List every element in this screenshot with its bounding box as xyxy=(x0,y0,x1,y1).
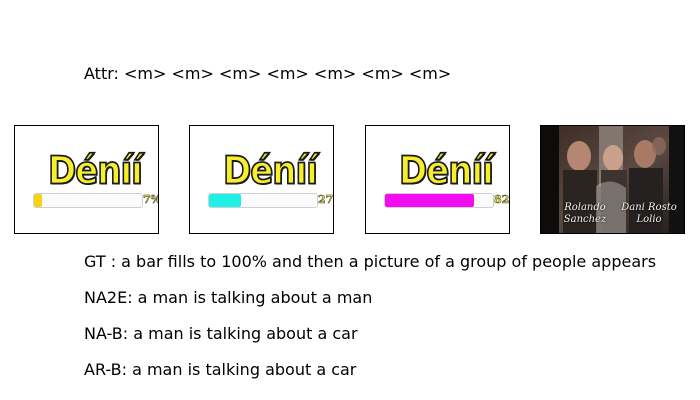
progress-track xyxy=(208,193,318,208)
percent-label: 7% xyxy=(143,193,158,207)
frame-3: Déníí 82% xyxy=(365,125,510,234)
caption-ar-b: AR-B: a man is talking about a car xyxy=(84,360,357,379)
progress-fill xyxy=(385,194,474,207)
progress-fill xyxy=(209,194,242,207)
logo-text: Déníí xyxy=(398,148,494,194)
percent-label: 82% xyxy=(494,193,510,207)
caption-na2e: NA2E: a man is talking about a man xyxy=(84,288,373,307)
frame-1: Déníí 7% xyxy=(14,125,159,234)
progress-track xyxy=(384,193,494,208)
caption-na-b: NA-B: a man is talking about a car xyxy=(84,324,358,343)
video-frames: Déníí 7% Déníí 27% Déníí 82% xyxy=(14,125,694,237)
frame-2: Déníí 27% xyxy=(189,125,334,234)
group-photo: Rolando Sanchez Dani Rosto Lolio xyxy=(541,126,684,233)
caption-gt: GT : a bar fills to 100% and then a pict… xyxy=(84,252,657,271)
attr-line: Attr: <m> <m> <m> <m> <m> <m> <m> xyxy=(84,64,452,83)
logo-text: Déníí xyxy=(222,148,318,194)
photo-caption-right: Dani Rosto Lolio xyxy=(621,202,677,225)
progress-track xyxy=(33,193,143,208)
photo-caption-left: Rolando Sanchez xyxy=(563,202,607,225)
progress-fill xyxy=(34,194,42,207)
percent-label: 27% xyxy=(318,193,334,207)
frame-4-group-photo: Rolando Sanchez Dani Rosto Lolio xyxy=(540,125,685,234)
logo-text: Déníí xyxy=(47,148,143,194)
